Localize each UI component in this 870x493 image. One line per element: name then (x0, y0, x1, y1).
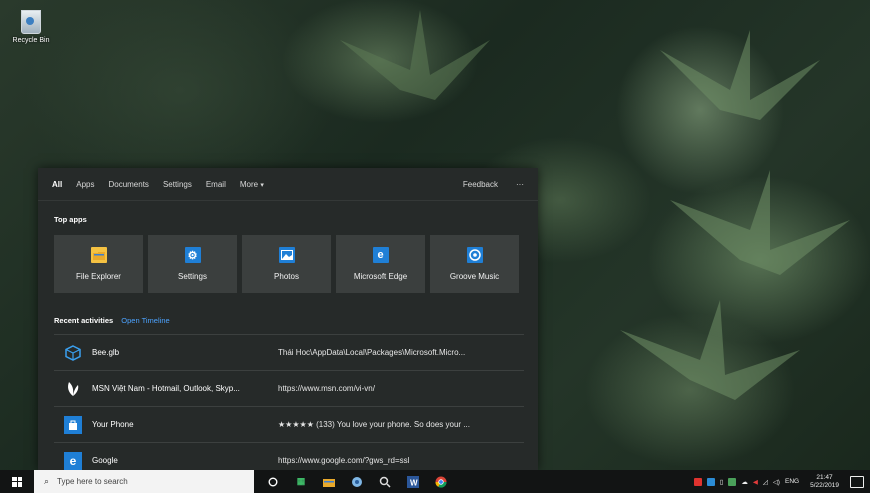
tab-documents[interactable]: Documents (108, 180, 148, 189)
start-button[interactable] (0, 470, 34, 493)
taskbar-search-box[interactable]: ⌕ Type here to search (34, 470, 254, 493)
windows-logo-icon (12, 476, 22, 487)
tray-app-icon[interactable] (693, 477, 702, 486)
list-item[interactable]: Your Phone ★★★★★ (133) You love your pho… (54, 406, 524, 442)
photos-icon (278, 247, 295, 263)
tv-app-icon[interactable]: ▦ (294, 475, 308, 489)
gear-icon: ⚙ (184, 247, 201, 263)
folder-icon (90, 247, 107, 263)
tab-email[interactable]: Email (206, 180, 226, 189)
search-placeholder: Type here to search (57, 477, 128, 486)
activity-path: Thái Hoc\AppData\Local\Packages\Microsof… (278, 348, 466, 357)
tab-more[interactable]: More ▾ (240, 180, 264, 189)
svg-text:W: W (410, 478, 418, 487)
leaf-decoration-top (340, 10, 490, 100)
cortana-icon[interactable] (266, 475, 280, 489)
list-item[interactable]: MSN Việt Nam - Hotmail, Outlook, Skyp...… (54, 370, 524, 406)
app-taskbar-icon[interactable] (350, 475, 364, 489)
top-apps-list: File Explorer ⚙ Settings Photos e Micros… (54, 235, 538, 293)
taskbar-pinned-apps: ▦ W (266, 475, 448, 489)
tab-more-label: More (239, 179, 259, 189)
app-tile-label: Groove Music (449, 272, 500, 281)
search-panel: All Apps Documents Settings Email More ▾… (38, 168, 538, 470)
tray-app-icon[interactable] (706, 477, 715, 486)
tray-app-icon[interactable] (728, 477, 737, 486)
app-tile-photos[interactable]: Photos (242, 235, 331, 293)
app-tile-label: Photos (274, 272, 299, 281)
tab-apps[interactable]: Apps (76, 180, 94, 189)
activity-name: MSN Việt Nam - Hotmail, Outlook, Skyp... (92, 384, 240, 393)
app-tile-settings[interactable]: ⚙ Settings (148, 235, 237, 293)
network-icon[interactable]: ◿ (763, 478, 768, 486)
tray-device-icon[interactable]: ▯ (720, 478, 724, 486)
store-icon (64, 415, 82, 434)
app-tile-groove-music[interactable]: Groove Music (430, 235, 519, 293)
recent-activities-header: Recent activities Open Timeline (54, 316, 538, 325)
app-tile-label: Microsoft Edge (353, 272, 408, 281)
activity-name: Google (92, 456, 118, 465)
tray-alert-icon[interactable]: ◀ (753, 478, 758, 486)
taskbar: ⌕ Type here to search ▦ W ▯ ☁ ◀ ◿ ◁) ENG (0, 470, 870, 493)
activity-path: ★★★★★ (133) You love your phone. So does… (278, 420, 470, 429)
app-tile-file-explorer[interactable]: File Explorer (54, 235, 143, 293)
recent-activities-title: Recent activities (54, 316, 114, 325)
clock-time: 21:47 (816, 473, 833, 481)
activity-name: Your Phone (92, 420, 134, 429)
recycle-bin-label: Recycle Bin (12, 37, 50, 44)
list-item[interactable]: Bee.glb Thái Hoc\AppData\Local\Packages\… (54, 334, 524, 370)
top-apps-title: Top apps (54, 215, 87, 224)
groove-icon (466, 247, 483, 263)
activity-path: https://www.google.com/?gws_rd=ssl (278, 456, 410, 465)
activity-path: https://www.msn.com/vi-vn/ (278, 384, 375, 393)
feedback-link[interactable]: Feedback (463, 180, 498, 189)
input-language[interactable]: ENG (785, 478, 799, 485)
leaf-decoration (620, 30, 850, 400)
more-options-button[interactable]: ··· (516, 180, 524, 189)
edge-icon: e (64, 451, 82, 470)
open-timeline-link[interactable]: Open Timeline (121, 316, 169, 325)
file-explorer-taskbar-icon[interactable] (322, 475, 336, 489)
notifications-icon[interactable] (850, 475, 864, 488)
chrome-icon[interactable] (434, 475, 448, 489)
volume-icon[interactable]: ◁) (773, 478, 780, 486)
recent-activities-list: Bee.glb Thái Hoc\AppData\Local\Packages\… (54, 334, 524, 478)
recycle-bin-icon (21, 10, 41, 34)
edge-icon: e (372, 247, 389, 263)
cloud-icon[interactable]: ☁ (741, 478, 748, 486)
tab-settings[interactable]: Settings (163, 180, 192, 189)
search-icon: ⌕ (44, 476, 50, 486)
system-tray: ▯ ☁ ◀ ◿ ◁) ENG 21:47 5/22/2019 (693, 474, 864, 490)
search-app-taskbar-icon[interactable] (378, 475, 392, 489)
search-tabs: All Apps Documents Settings Email More ▾… (38, 168, 538, 201)
caret-down-icon: ▾ (260, 181, 264, 189)
app-tile-label: File Explorer (76, 272, 121, 281)
3d-viewer-icon (64, 344, 82, 362)
tab-all[interactable]: All (52, 180, 62, 189)
clock[interactable]: 21:47 5/22/2019 (810, 474, 839, 490)
activity-name: Bee.glb (92, 348, 120, 357)
recycle-bin[interactable]: Recycle Bin (8, 10, 54, 44)
app-tile-label: Settings (178, 272, 207, 281)
msn-butterfly-icon (64, 380, 82, 398)
word-icon[interactable]: W (406, 475, 420, 489)
app-tile-microsoft-edge[interactable]: e Microsoft Edge (336, 235, 425, 293)
clock-date: 5/22/2019 (810, 481, 839, 489)
